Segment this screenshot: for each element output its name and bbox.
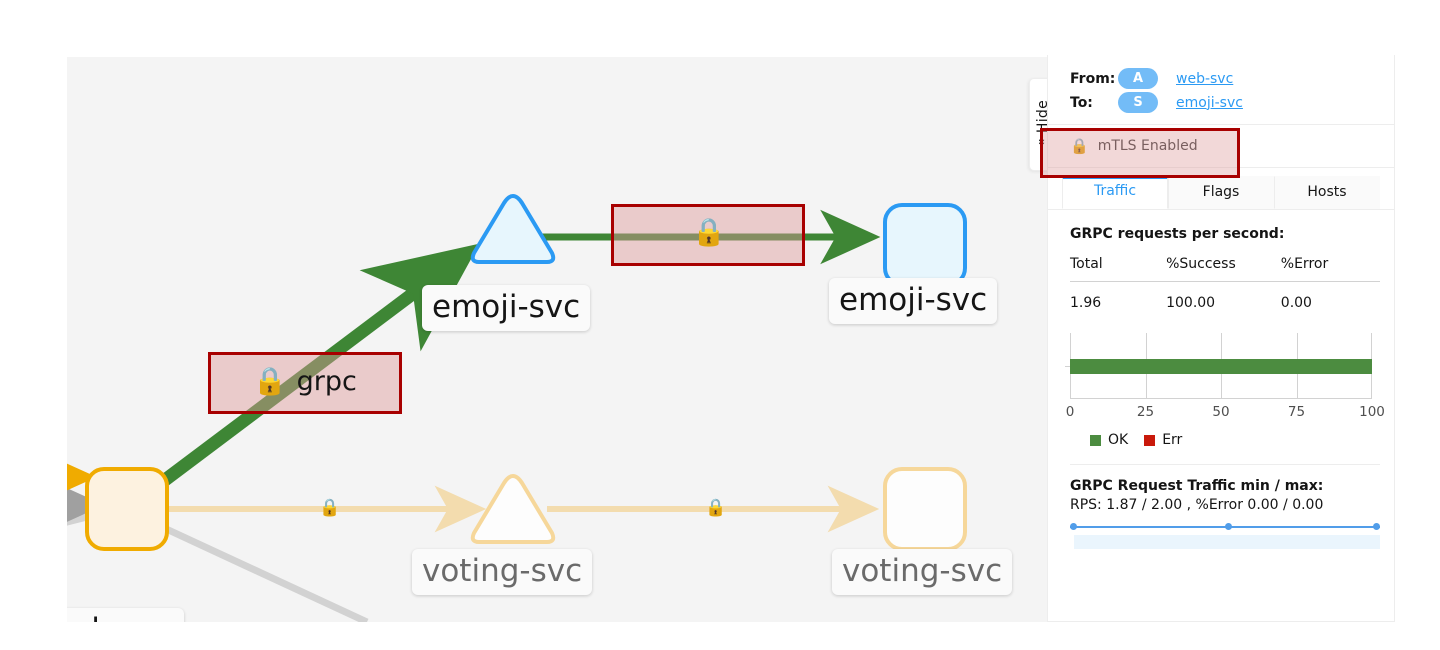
node-voting-svc-app xyxy=(883,467,967,551)
tab-flags[interactable]: Flags xyxy=(1168,176,1274,209)
chart-legend: OK Err xyxy=(1070,426,1372,448)
node-emoji-svc-app xyxy=(883,203,967,287)
app-root: 🔒 🔒 web-svc emoji-svc emoji-svc voting-s… xyxy=(0,0,1440,650)
legend-item-ok[interactable]: OK xyxy=(1090,432,1128,448)
traffic-bar-chart: 0 25 50 75 100 OK Err xyxy=(1048,311,1394,448)
edge-label-grpc-text: grpc xyxy=(296,366,357,397)
chart-x-axis: 0 25 50 75 100 xyxy=(1066,404,1385,426)
legend-item-err[interactable]: Err xyxy=(1144,432,1182,448)
minmax-title: GRPC Request Traffic min / max: xyxy=(1070,478,1324,494)
edge-label-grpc[interactable]: 🔒 grpc xyxy=(253,366,357,397)
node-label-emoji-svc-service: emoji-svc xyxy=(422,285,591,331)
lock-icon-emoji-edge: 🔒 xyxy=(692,217,726,248)
legend-label-err: Err xyxy=(1162,432,1183,448)
sparkline-dot-end xyxy=(1373,523,1380,530)
to-label: To: xyxy=(1070,94,1093,111)
edge-detail-panel: From: A web-svc To: S emoji-svc 🔒 mTLS E… xyxy=(1047,55,1395,622)
xtick-100: 100 xyxy=(1359,404,1385,420)
from-label: From: xyxy=(1070,70,1116,87)
col-success: %Success xyxy=(1166,256,1236,272)
traffic-metrics-table: Total %Success %Error 1.96 100.00 0.00 xyxy=(1070,256,1380,311)
lock-icon-grpc-edge: 🔒 xyxy=(253,366,287,397)
xtick-75: 75 xyxy=(1287,404,1306,420)
node-voting-svc-service xyxy=(470,474,556,544)
sparkline-chart xyxy=(1070,522,1380,552)
node-label-voting-svc-service: voting-svc xyxy=(412,549,593,595)
to-node-link[interactable]: emoji-svc xyxy=(1176,95,1243,111)
traffic-tab-body: GRPC requests per second: Total %Success… xyxy=(1048,210,1394,311)
from-node-link[interactable]: web-svc xyxy=(1176,71,1233,87)
panel-from-to-section: From: A web-svc To: S emoji-svc xyxy=(1048,55,1394,125)
node-label-web-svc: web-svc xyxy=(67,608,184,622)
chart-plot-area xyxy=(1065,333,1372,399)
legend-label-ok: OK xyxy=(1108,432,1129,448)
traffic-section-title: GRPC requests per second: xyxy=(1070,226,1285,242)
mtls-status-row: 🔒 mTLS Enabled xyxy=(1048,125,1394,168)
chart-axis-line xyxy=(1070,398,1372,399)
col-error: %Error xyxy=(1280,256,1329,272)
minmax-section: GRPC Request Traffic min / max: RPS: 1.8… xyxy=(1048,465,1394,513)
col-total: Total xyxy=(1070,256,1103,272)
lock-icon-mtls: 🔒 xyxy=(1070,137,1089,155)
node-emoji-svc-service xyxy=(470,194,556,264)
panel-to-row: To: S emoji-svc xyxy=(1070,92,1380,113)
mtls-status-text: mTLS Enabled xyxy=(1097,138,1198,154)
sparkline-clipped-area xyxy=(1074,535,1380,549)
from-badge: A xyxy=(1118,68,1158,89)
tab-hosts[interactable]: Hosts xyxy=(1274,176,1380,209)
to-badge: S xyxy=(1118,92,1158,113)
node-label-emoji-svc-app: emoji-svc xyxy=(829,278,998,324)
xtick-0: 0 xyxy=(1065,404,1075,420)
cell-error: 0.00 xyxy=(1280,295,1312,311)
panel-from-row: From: A web-svc xyxy=(1070,68,1380,89)
legend-swatch-err xyxy=(1144,434,1156,446)
node-label-voting-svc-app: voting-svc xyxy=(832,549,1013,595)
cell-total: 1.96 xyxy=(1070,295,1102,311)
edge-label-mtls-lock[interactable]: 🔒 xyxy=(692,219,726,246)
legend-swatch-ok xyxy=(1090,434,1101,446)
xtick-25: 25 xyxy=(1136,404,1155,420)
tab-traffic[interactable]: Traffic xyxy=(1062,176,1168,209)
lock-icon-edge-voting-app: 🔒 xyxy=(705,498,727,518)
minmax-value: RPS: 1.87 / 2.00 , %Error 0.00 / 0.00 xyxy=(1070,497,1324,513)
sparkline-dot-start xyxy=(1070,523,1077,530)
cell-success: 100.00 xyxy=(1166,295,1216,311)
table-row: 1.96 100.00 0.00 xyxy=(1070,282,1380,311)
lock-icon-edge-web-voting: 🔒 xyxy=(319,498,341,518)
sparkline-dot-mid xyxy=(1225,523,1232,530)
xtick-50: 50 xyxy=(1212,404,1230,420)
panel-tabs: Traffic Flags Hosts xyxy=(1048,168,1394,210)
node-web-svc-app xyxy=(85,467,169,551)
table-header-row: Total %Success %Error xyxy=(1070,256,1380,282)
bar-ok xyxy=(1070,359,1372,374)
